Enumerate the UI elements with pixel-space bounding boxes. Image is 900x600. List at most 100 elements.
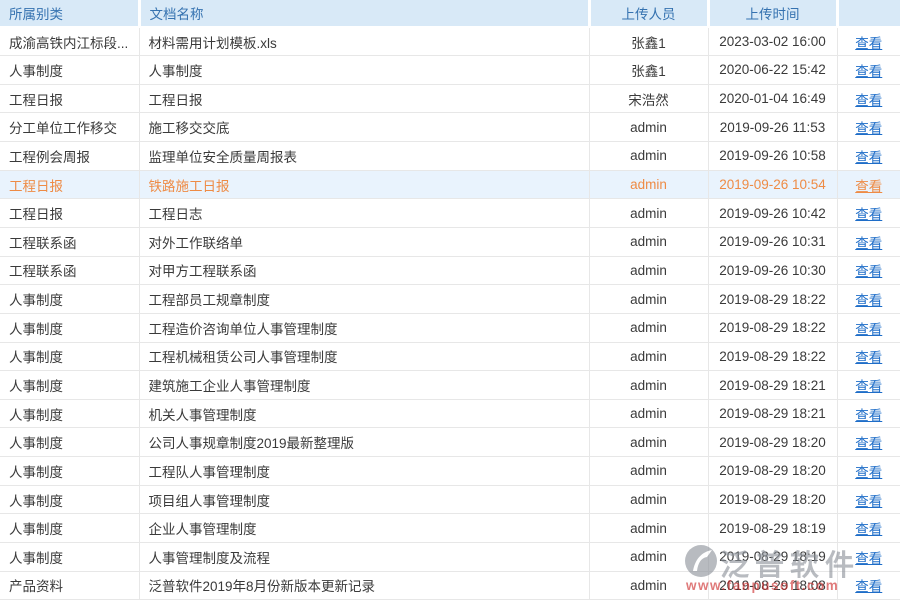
view-link[interactable]: 查看 (855, 264, 882, 279)
upload-time-cell: 2020-06-22 15:42 (708, 56, 837, 85)
view-link[interactable]: 查看 (855, 379, 882, 394)
view-link[interactable]: 查看 (855, 350, 882, 365)
doc-name-cell: 工程机械租赁公司人事管理制度 (139, 342, 589, 371)
column-header-upload-time: 上传时间 (708, 0, 837, 27)
document-table: 所属别类 文档名称 上传人员 上传时间 成渝高铁内江标段... 材料需用计划模板… (0, 0, 900, 600)
action-cell: 查看 (837, 428, 900, 457)
action-cell: 查看 (837, 399, 900, 428)
uploader-cell: admin (589, 571, 708, 600)
category-cell: 人事制度 (0, 428, 139, 457)
uploader-cell: admin (589, 285, 708, 314)
table-row[interactable]: 工程联系函 对外工作联络单 admin 2019-09-26 10:31 查看 (0, 227, 900, 256)
upload-time-cell: 2019-09-26 10:54 (708, 170, 837, 199)
doc-name-cell: 工程日志 (139, 199, 589, 228)
upload-time-cell: 2019-08-29 18:22 (708, 342, 837, 371)
uploader-cell: admin (589, 457, 708, 486)
view-link[interactable]: 查看 (855, 236, 882, 251)
table-row[interactable]: 人事制度 工程机械租赁公司人事管理制度 admin 2019-08-29 18:… (0, 342, 900, 371)
category-cell: 人事制度 (0, 342, 139, 371)
table-row[interactable]: 工程例会周报 监理单位安全质量周报表 admin 2019-09-26 10:5… (0, 142, 900, 171)
upload-time-cell: 2019-08-29 18:20 (708, 485, 837, 514)
doc-name-cell: 材料需用计划模板.xls (139, 27, 589, 56)
table-row[interactable]: 人事制度 人事管理制度及流程 admin 2019-08-29 18:19 查看 (0, 543, 900, 572)
view-link[interactable]: 查看 (855, 551, 882, 566)
doc-name-cell: 企业人事管理制度 (139, 514, 589, 543)
doc-name-cell: 人事制度 (139, 56, 589, 85)
view-link[interactable]: 查看 (855, 465, 882, 480)
view-link[interactable]: 查看 (855, 522, 882, 537)
upload-time-cell: 2019-09-26 10:42 (708, 199, 837, 228)
table-row[interactable]: 人事制度 工程造价咨询单位人事管理制度 admin 2019-08-29 18:… (0, 313, 900, 342)
uploader-cell: admin (589, 199, 708, 228)
doc-name-cell: 工程部员工规章制度 (139, 285, 589, 314)
action-cell: 查看 (837, 543, 900, 572)
uploader-cell: admin (589, 170, 708, 199)
table-row[interactable]: 分工单位工作移交 施工移交交底 admin 2019-09-26 11:53 查… (0, 113, 900, 142)
upload-time-cell: 2019-09-26 10:58 (708, 142, 837, 171)
view-link[interactable]: 查看 (855, 121, 882, 136)
table-row[interactable]: 人事制度 建筑施工企业人事管理制度 admin 2019-08-29 18:21… (0, 371, 900, 400)
table-row[interactable]: 人事制度 机关人事管理制度 admin 2019-08-29 18:21 查看 (0, 399, 900, 428)
doc-name-cell: 工程队人事管理制度 (139, 457, 589, 486)
action-cell: 查看 (837, 457, 900, 486)
category-cell: 分工单位工作移交 (0, 113, 139, 142)
table-row[interactable]: 人事制度 企业人事管理制度 admin 2019-08-29 18:19 查看 (0, 514, 900, 543)
doc-name-cell: 对甲方工程联系函 (139, 256, 589, 285)
view-link[interactable]: 查看 (855, 494, 882, 509)
action-cell: 查看 (837, 285, 900, 314)
view-link[interactable]: 查看 (855, 179, 882, 194)
table-row[interactable]: 工程联系函 对甲方工程联系函 admin 2019-09-26 10:30 查看 (0, 256, 900, 285)
action-cell: 查看 (837, 27, 900, 56)
category-cell: 人事制度 (0, 485, 139, 514)
view-link[interactable]: 查看 (855, 579, 882, 594)
view-link[interactable]: 查看 (855, 150, 882, 165)
category-cell: 工程联系函 (0, 256, 139, 285)
action-cell: 查看 (837, 142, 900, 171)
action-cell: 查看 (837, 342, 900, 371)
uploader-cell: admin (589, 142, 708, 171)
category-cell: 工程日报 (0, 84, 139, 113)
column-header-category: 所属别类 (0, 0, 139, 27)
uploader-cell: admin (589, 227, 708, 256)
uploader-cell: 张鑫1 (589, 27, 708, 56)
table-row[interactable]: 成渝高铁内江标段... 材料需用计划模板.xls 张鑫1 2023-03-02 … (0, 27, 900, 56)
action-cell: 查看 (837, 371, 900, 400)
action-cell: 查看 (837, 313, 900, 342)
doc-name-cell: 铁路施工日报 (139, 170, 589, 199)
table-row[interactable]: 工程日报 铁路施工日报 admin 2019-09-26 10:54 查看 (0, 170, 900, 199)
view-link[interactable]: 查看 (855, 322, 882, 337)
table-row[interactable]: 人事制度 工程部员工规章制度 admin 2019-08-29 18:22 查看 (0, 285, 900, 314)
doc-name-cell: 对外工作联络单 (139, 227, 589, 256)
upload-time-cell: 2019-09-26 10:31 (708, 227, 837, 256)
doc-name-cell: 项目组人事管理制度 (139, 485, 589, 514)
upload-time-cell: 2020-01-04 16:49 (708, 84, 837, 113)
category-cell: 成渝高铁内江标段... (0, 27, 139, 56)
uploader-cell: admin (589, 113, 708, 142)
table-row[interactable]: 人事制度 公司人事规章制度2019最新整理版 admin 2019-08-29 … (0, 428, 900, 457)
category-cell: 工程例会周报 (0, 142, 139, 171)
view-link[interactable]: 查看 (855, 93, 882, 108)
table-row[interactable]: 工程日报 工程日报 宋浩然 2020-01-04 16:49 查看 (0, 84, 900, 113)
table-row[interactable]: 产品资料 泛普软件2019年8月份新版本更新记录 admin 2019-08-2… (0, 571, 900, 600)
uploader-cell: admin (589, 256, 708, 285)
upload-time-cell: 2019-08-29 18:21 (708, 399, 837, 428)
view-link[interactable]: 查看 (855, 408, 882, 423)
table-row[interactable]: 人事制度 项目组人事管理制度 admin 2019-08-29 18:20 查看 (0, 485, 900, 514)
column-header-uploader: 上传人员 (589, 0, 708, 27)
upload-time-cell: 2019-08-29 18:21 (708, 371, 837, 400)
uploader-cell: admin (589, 428, 708, 457)
table-row[interactable]: 人事制度 工程队人事管理制度 admin 2019-08-29 18:20 查看 (0, 457, 900, 486)
view-link[interactable]: 查看 (855, 64, 882, 79)
view-link[interactable]: 查看 (855, 36, 882, 51)
upload-time-cell: 2019-08-29 18:19 (708, 543, 837, 572)
table-row[interactable]: 人事制度 人事制度 张鑫1 2020-06-22 15:42 查看 (0, 56, 900, 85)
view-link[interactable]: 查看 (855, 436, 882, 451)
category-cell: 人事制度 (0, 313, 139, 342)
category-cell: 人事制度 (0, 56, 139, 85)
doc-name-cell: 工程造价咨询单位人事管理制度 (139, 313, 589, 342)
view-link[interactable]: 查看 (855, 207, 882, 222)
upload-time-cell: 2019-08-29 18:22 (708, 313, 837, 342)
table-row[interactable]: 工程日报 工程日志 admin 2019-09-26 10:42 查看 (0, 199, 900, 228)
doc-name-cell: 工程日报 (139, 84, 589, 113)
view-link[interactable]: 查看 (855, 293, 882, 308)
